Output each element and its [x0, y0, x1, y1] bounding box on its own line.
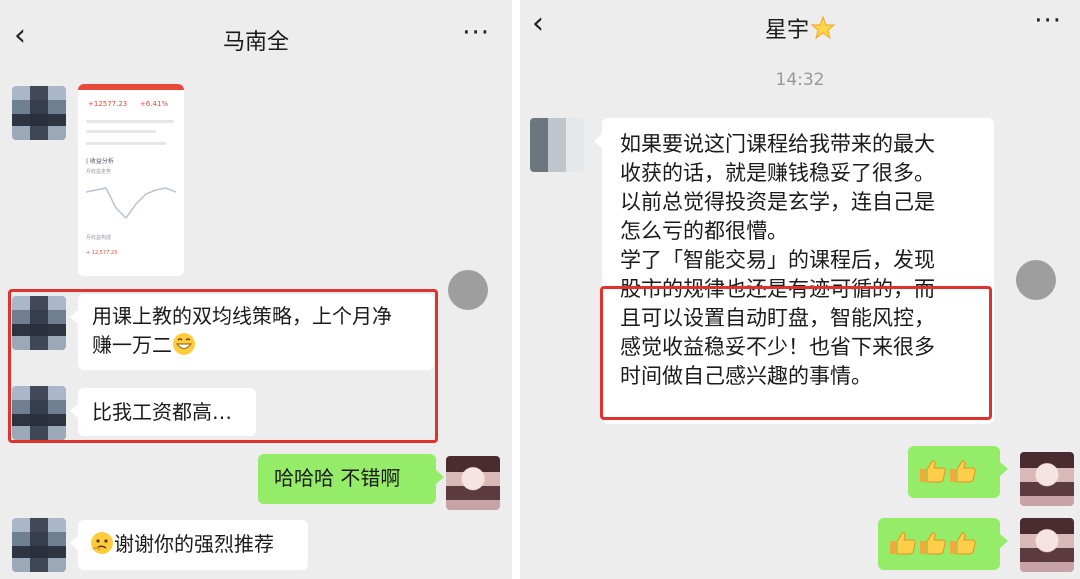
avatar[interactable]	[12, 86, 66, 140]
message-text: 用课上教的双均线策略，上个月净	[92, 304, 392, 328]
my-avatar[interactable]	[1020, 518, 1074, 572]
message-line: 时间做自己感兴趣的事情。	[620, 363, 872, 388]
thumbs-up-icon	[890, 532, 916, 555]
right-chat-panel: ‹ 星宇 ··· 14:32 如果要说这门课程给我带来的最大 收获的话，就是赚钱…	[520, 0, 1080, 579]
message-line: 学了「智能交易」的课程后，发现	[620, 247, 935, 272]
avatar-placeholder	[1016, 260, 1056, 300]
card-value-left: +12577.23	[88, 100, 128, 108]
message-bubble[interactable]: 哈哈哈 不错啊	[258, 454, 444, 504]
chat-title: 马南全	[222, 30, 289, 55]
divider	[512, 0, 520, 579]
message-line: 感觉收益稳妥不少！也省下来很多	[620, 334, 935, 359]
avatar[interactable]	[12, 518, 66, 572]
chat-title: 星宇	[520, 12, 1080, 44]
avatar[interactable]	[12, 386, 66, 440]
thumbs-up-icon	[920, 532, 946, 555]
thinking-emoji-icon	[91, 532, 113, 554]
message-line: 如果要说这门课程给我带来的最大	[620, 132, 935, 156]
my-avatar[interactable]	[1020, 452, 1074, 506]
message-text-line2: 赚一万二	[92, 331, 420, 360]
thumbs-up-icon	[920, 460, 946, 483]
card-table-label: 月收益构成	[86, 235, 112, 241]
my-avatar[interactable]	[446, 456, 500, 510]
card-section-label: | 收益分析	[86, 158, 114, 165]
card-accent	[78, 84, 184, 90]
message-bubble[interactable]: 谢谢你的强烈推荐	[70, 520, 308, 570]
thumbs-up-icon	[950, 532, 976, 555]
message-bubble[interactable]: 比我工资都高…	[70, 388, 256, 436]
message-line: 收获的话，就是赚钱稳妥了很多。	[620, 160, 935, 185]
card-line	[86, 120, 174, 123]
grin-emoji-icon	[173, 333, 195, 355]
message-line: 股市的规律也还是有迹可循的，而	[620, 276, 935, 301]
card-line-chart	[86, 187, 176, 220]
message-bubble[interactable]: 用课上教的双均线策略，上个月净 赚一万二	[70, 294, 434, 370]
message-text: 谢谢你的强烈推荐	[114, 532, 274, 556]
avatar-placeholder	[448, 270, 488, 310]
screenshot-image-message[interactable]: +12577.23 +6.41% | 收益分析 月收益走势 月收益构成 + 12…	[78, 84, 184, 276]
message-bubble[interactable]: 如果要说这门课程给我带来的最大 收获的话，就是赚钱稳妥了很多。 以前总觉得投资是…	[594, 118, 994, 424]
thumbs-up-icon	[950, 460, 976, 483]
chat-title-text: 星宇	[764, 18, 809, 43]
more-icon[interactable]: ···	[462, 18, 490, 48]
card-value-right: +6.41%	[140, 100, 169, 108]
card-table-value: + 12,577.23	[86, 250, 118, 256]
timestamp: 14:32	[775, 70, 825, 90]
card-line	[86, 130, 156, 133]
message-line: 怎么亏的都很懵。	[620, 218, 788, 243]
message-bubble[interactable]	[878, 518, 1008, 570]
message-line: 且可以设置自动盯盘，智能风控，	[620, 305, 935, 330]
star-icon	[811, 16, 835, 40]
chat-header: ‹ 星宇 ···	[520, 0, 1080, 72]
left-chat-panel: ‹ 马南全 ··· +12577.23 +6.41% | 收益分析 月收益走势 …	[0, 0, 512, 579]
more-icon[interactable]: ···	[1034, 6, 1062, 36]
avatar[interactable]	[12, 296, 66, 350]
message-line: 以前总觉得投资是玄学，连自己是	[620, 189, 935, 214]
card-chart-label: 月收益走势	[86, 169, 112, 175]
chat-header: ‹ 马南全 ···	[0, 0, 512, 72]
message-bubble[interactable]	[908, 446, 1008, 498]
message-text: 赚一万二	[92, 333, 172, 357]
card-line	[86, 142, 166, 145]
avatar[interactable]	[530, 118, 584, 172]
